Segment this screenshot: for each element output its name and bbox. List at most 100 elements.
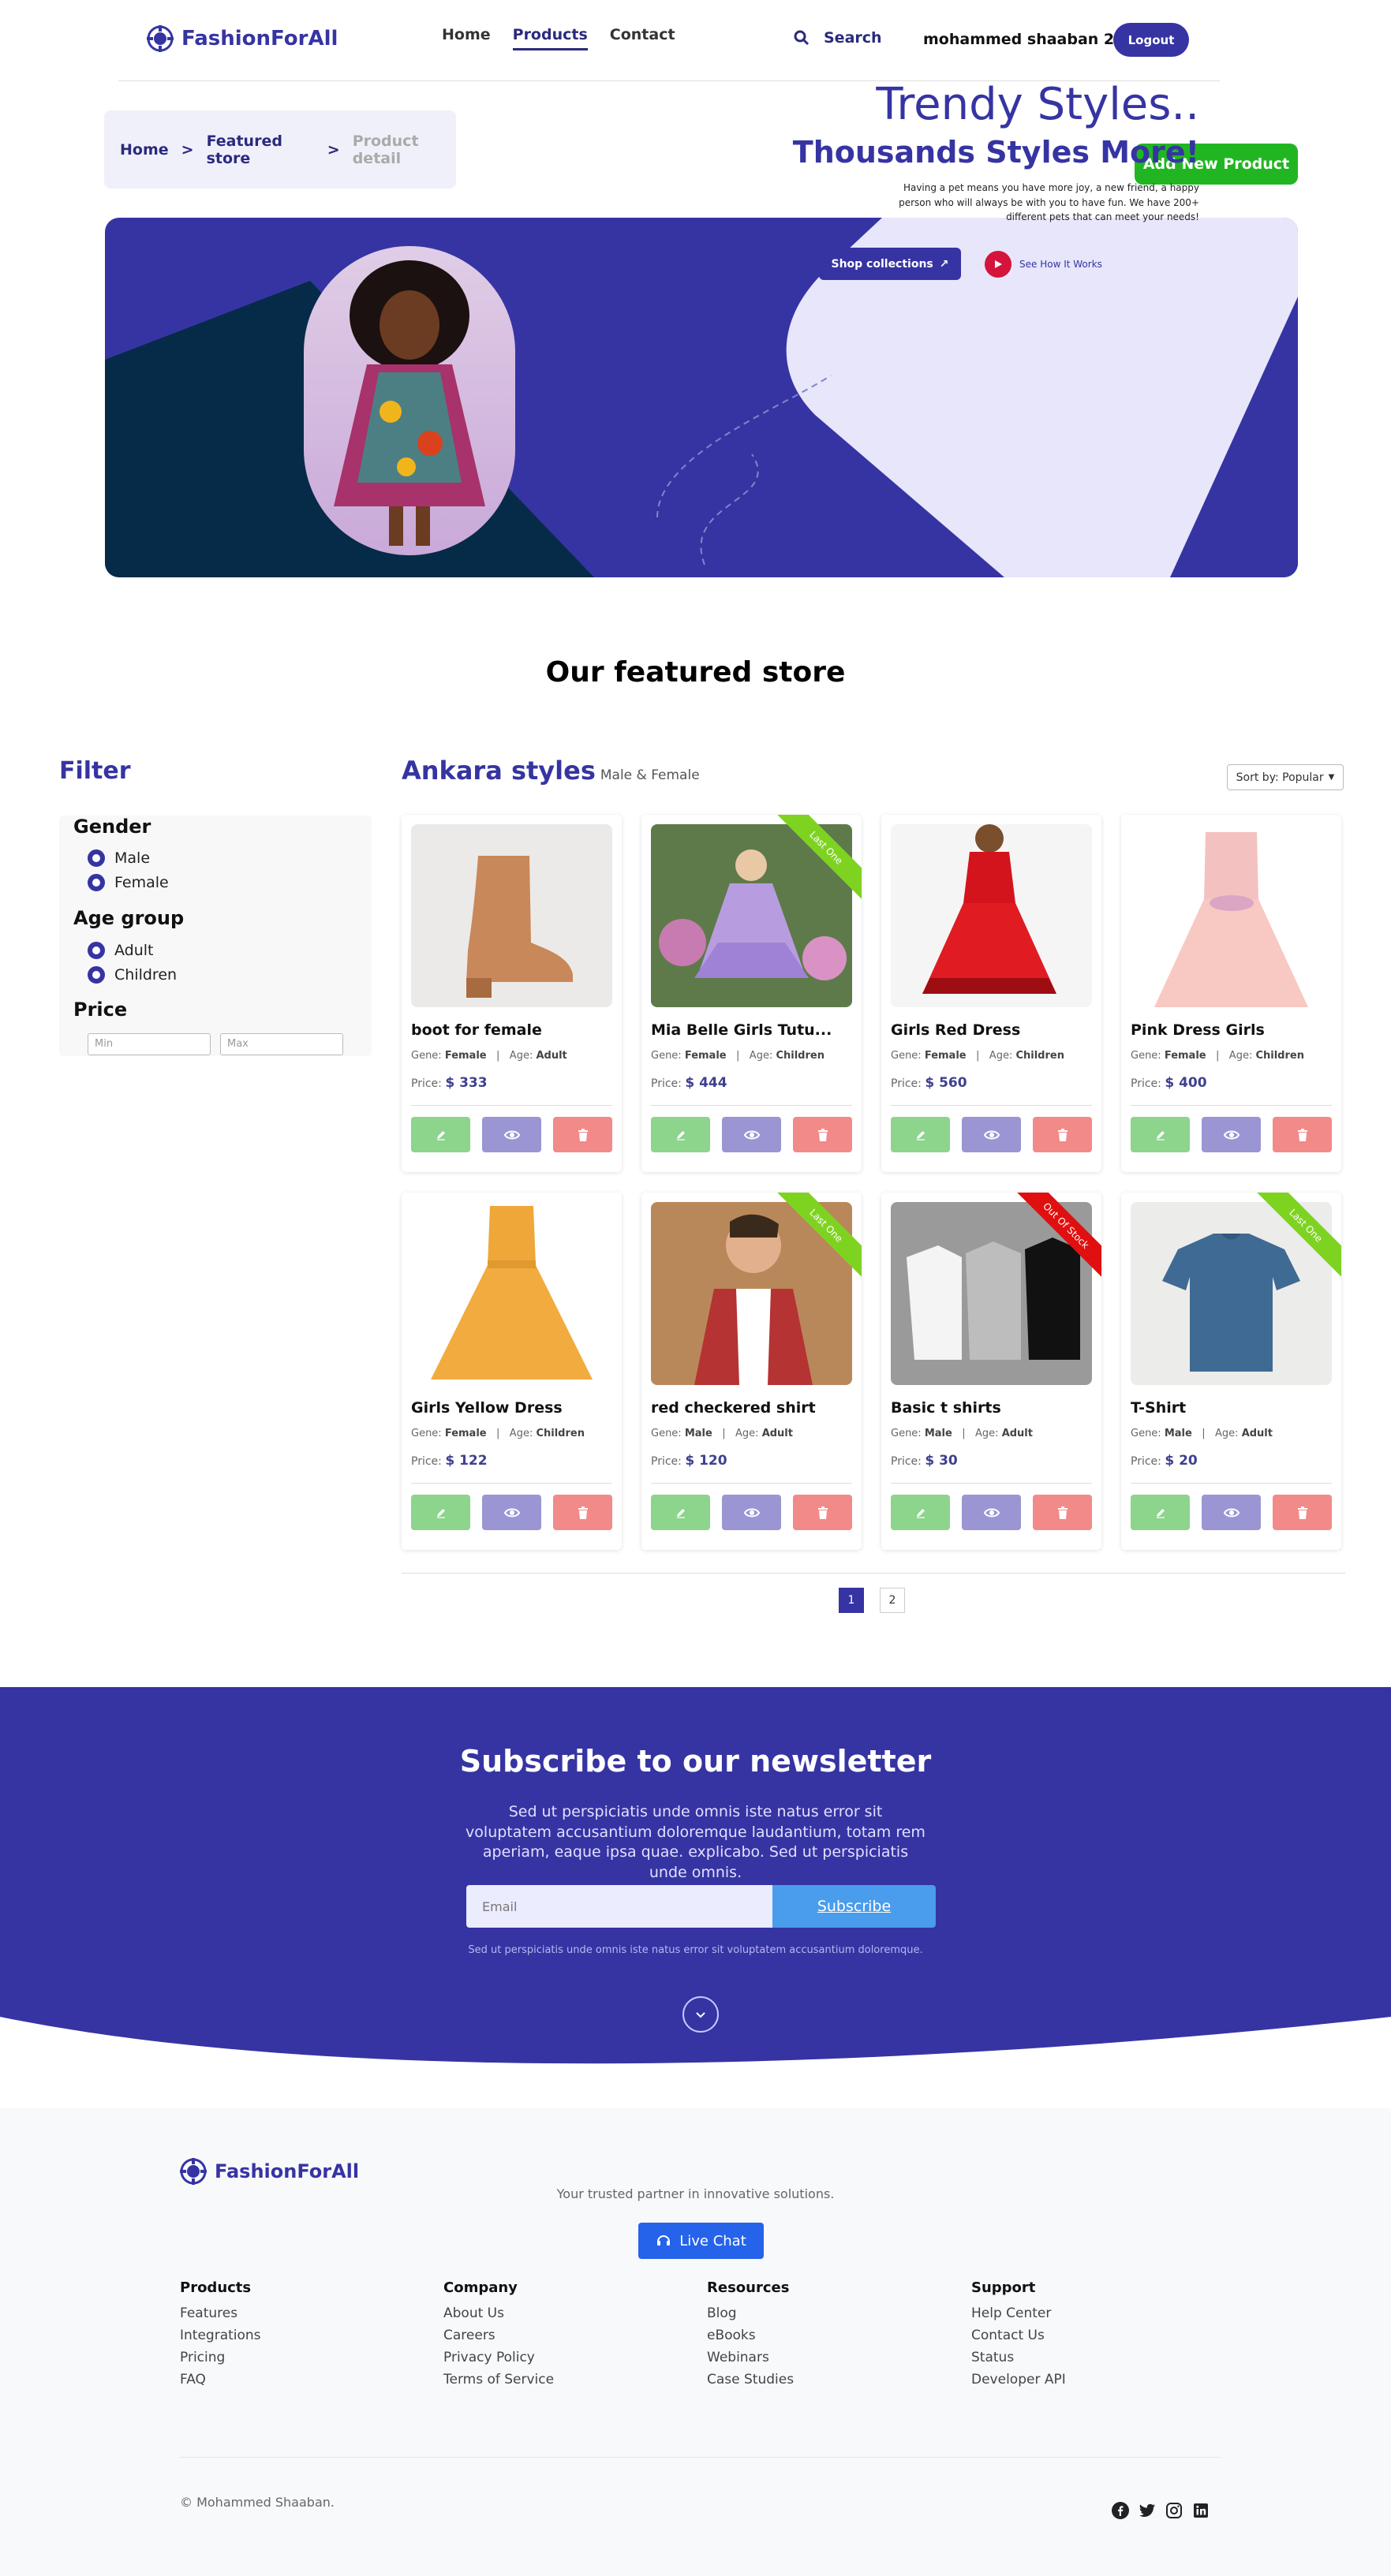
footer-link[interactable]: Features (180, 2305, 261, 2321)
view-button[interactable] (962, 1495, 1021, 1530)
view-button[interactable] (1202, 1117, 1261, 1152)
price-label: Price: (411, 1077, 442, 1090)
edit-button[interactable] (891, 1117, 950, 1152)
gender-option-male[interactable]: Male (88, 849, 150, 867)
product-card[interactable]: Girls Red Dress Gene: Female | Age: Child… (881, 815, 1101, 1172)
product-card[interactable]: Last One red checkered shirt Gene: Male | … (641, 1193, 862, 1550)
product-card[interactable]: Pink Dress Girls Gene: Female | Age: Chil… (1121, 815, 1341, 1172)
breadcrumb-featured-store[interactable]: Featured store (207, 133, 315, 167)
delete-button[interactable] (1033, 1495, 1092, 1530)
price-label: Price: (1131, 1077, 1161, 1090)
delete-button[interactable] (553, 1495, 612, 1530)
footer-link[interactable]: About Us (443, 2305, 554, 2321)
product-card[interactable]: Out Of Stock Basic t shirts Gene: Male | A… (881, 1193, 1101, 1550)
search-icon (794, 30, 810, 46)
product-name[interactable]: Mia Belle Girls Tutu... (651, 1021, 832, 1039)
nav-products[interactable]: Products (512, 26, 588, 50)
product-card[interactable]: Last One T-Shirt Gene: Male | Age: Adult Pr… (1121, 1193, 1341, 1550)
gender-option-female[interactable]: Female (88, 874, 169, 891)
shop-collections-button[interactable]: Shop collections ↗ (819, 248, 961, 280)
footer-brand[interactable]: FashionForAll (180, 2158, 359, 2185)
instagram-icon[interactable] (1165, 2501, 1183, 2520)
edit-button[interactable] (651, 1495, 710, 1530)
footer-link[interactable]: Developer API (971, 2372, 1066, 2387)
arrow-up-right-icon: ↗ (939, 257, 949, 271)
edit-button[interactable] (651, 1117, 710, 1152)
radio-button[interactable] (88, 966, 105, 984)
subscribe-button[interactable]: Subscribe (772, 1885, 936, 1928)
product-name[interactable]: Girls Yellow Dress (411, 1399, 563, 1417)
product-name[interactable]: boot for female (411, 1021, 542, 1039)
footer-link[interactable]: eBooks (707, 2328, 794, 2343)
edit-button[interactable] (1131, 1495, 1190, 1530)
card-divider (411, 1483, 612, 1484)
live-chat-button[interactable]: Live Chat (638, 2223, 764, 2259)
footer-link[interactable]: Terms of Service (443, 2372, 554, 2387)
footer-link[interactable]: Help Center (971, 2305, 1066, 2321)
brand-logo[interactable]: FashionForAll (147, 25, 338, 52)
page-2-button[interactable]: 2 (880, 1588, 905, 1613)
breadcrumb-home[interactable]: Home (120, 141, 169, 159)
edit-button[interactable] (1131, 1117, 1190, 1152)
footer-link[interactable]: Contact Us (971, 2328, 1066, 2343)
nav-home[interactable]: Home (442, 26, 491, 50)
product-name[interactable]: Girls Red Dress (891, 1021, 1020, 1039)
delete-button[interactable] (1033, 1117, 1092, 1152)
footer-link[interactable]: Careers (443, 2328, 554, 2343)
nav-contact[interactable]: Contact (610, 26, 675, 50)
sort-select[interactable]: Sort by: Popular ▼ (1227, 764, 1344, 790)
price-min-input[interactable]: Min (88, 1033, 211, 1055)
card-divider (891, 1483, 1092, 1484)
edit-button[interactable] (411, 1495, 470, 1530)
footer-link[interactable]: FAQ (180, 2372, 261, 2387)
edit-button[interactable] (411, 1117, 470, 1152)
radio-button[interactable] (88, 874, 105, 891)
eye-icon (983, 1130, 1000, 1139)
radio-button[interactable] (88, 849, 105, 867)
age-option-children[interactable]: Children (88, 966, 177, 984)
price-max-input[interactable]: Max (220, 1033, 343, 1055)
product-card[interactable]: Last One Mia Belle Girls Tutu... Gene: Fem… (641, 815, 862, 1172)
search-button[interactable]: Search (794, 29, 882, 47)
product-name[interactable]: Pink Dress Girls (1131, 1021, 1265, 1039)
scroll-down-button[interactable] (682, 1996, 719, 2033)
product-age: Adult (761, 1428, 793, 1439)
see-how-label: See How It Works (1019, 258, 1102, 270)
product-gene: Male (924, 1428, 952, 1439)
product-name[interactable]: Basic t shirts (891, 1399, 1001, 1417)
footer-link[interactable]: Pricing (180, 2350, 261, 2365)
footer-link[interactable]: Webinars (707, 2350, 794, 2365)
play-icon (985, 250, 1011, 278)
see-how-it-works-link[interactable]: See How It Works (985, 250, 1102, 278)
view-button[interactable] (482, 1117, 541, 1152)
email-input[interactable]: Email (466, 1885, 772, 1928)
gene-label: Gene: (891, 1428, 922, 1439)
product-card[interactable]: Girls Yellow Dress Gene: Female | Age: Ch… (402, 1193, 622, 1550)
product-name[interactable]: red checkered shirt (651, 1399, 816, 1417)
view-button[interactable] (962, 1117, 1021, 1152)
delete-button[interactable] (1273, 1495, 1332, 1530)
radio-button[interactable] (88, 942, 105, 959)
facebook-icon[interactable] (1111, 2501, 1130, 2520)
view-button[interactable] (482, 1495, 541, 1530)
age-option-adult[interactable]: Adult (88, 942, 154, 959)
edit-button[interactable] (891, 1495, 950, 1530)
view-button[interactable] (722, 1117, 781, 1152)
delete-button[interactable] (1273, 1117, 1332, 1152)
footer-link[interactable]: Privacy Policy (443, 2350, 554, 2365)
delete-button[interactable] (553, 1117, 612, 1152)
footer-link[interactable]: Blog (707, 2305, 794, 2321)
delete-button[interactable] (793, 1117, 852, 1152)
footer-link[interactable]: Case Studies (707, 2372, 794, 2387)
view-button[interactable] (722, 1495, 781, 1530)
page-1-button[interactable]: 1 (839, 1588, 864, 1613)
delete-button[interactable] (793, 1495, 852, 1530)
product-name[interactable]: T-Shirt (1131, 1399, 1186, 1417)
linkedin-icon[interactable] (1191, 2501, 1210, 2520)
view-button[interactable] (1202, 1495, 1261, 1530)
product-card[interactable]: boot for female Gene: Female | Age: Adult… (402, 815, 622, 1172)
logout-button[interactable]: Logout (1113, 23, 1189, 57)
twitter-icon[interactable] (1138, 2501, 1157, 2520)
footer-link[interactable]: Integrations (180, 2328, 261, 2343)
footer-link[interactable]: Status (971, 2350, 1066, 2365)
